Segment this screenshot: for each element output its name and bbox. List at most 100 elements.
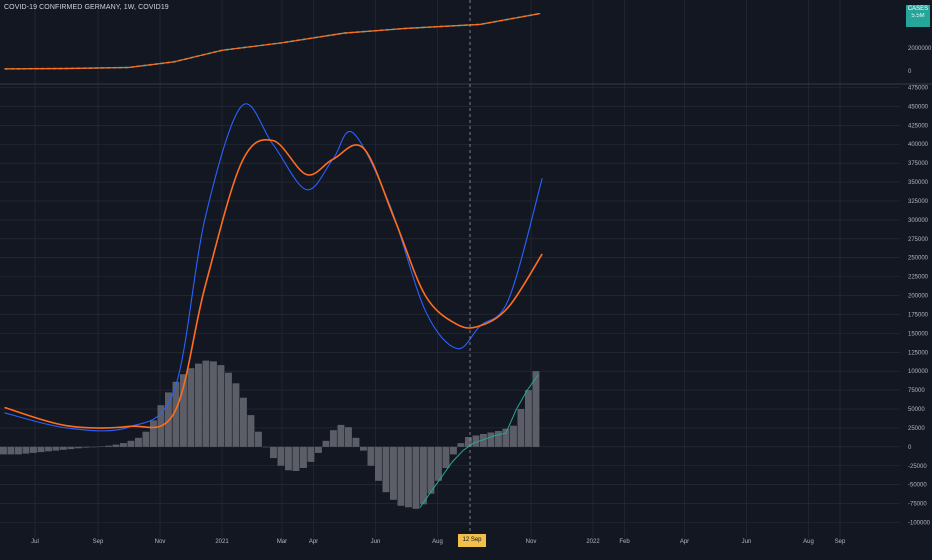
y-tick-upper-1: 0 bbox=[908, 69, 912, 75]
slow-smoothed-line bbox=[4, 138, 543, 429]
histogram-bar-51 bbox=[382, 446, 390, 493]
y-tick-label-3: 400000 bbox=[908, 142, 929, 148]
x-tick-label-7: Aug bbox=[432, 539, 443, 545]
histogram-bar-57 bbox=[427, 446, 435, 494]
histogram-bar-68 bbox=[510, 425, 517, 447]
histogram-bar-69 bbox=[517, 409, 525, 447]
histogram-bar-9 bbox=[67, 446, 75, 450]
y-axis-lower: 475000 450000 425000 400000 375000 350000 3250… bbox=[908, 86, 931, 527]
y-tick-label-1: 450000 bbox=[908, 104, 929, 110]
smoothed-lines bbox=[4, 103, 543, 432]
y-tick-label-18: 25000 bbox=[908, 426, 925, 432]
histogram-bar-60 bbox=[450, 446, 457, 455]
histogram-bar-22 bbox=[165, 392, 172, 447]
y-tick-label-10: 225000 bbox=[908, 275, 929, 281]
crosshair-date-badge: 12 Sep '21 bbox=[458, 534, 486, 556]
histogram-bar-28 bbox=[210, 361, 217, 447]
histogram-bar-52 bbox=[390, 446, 397, 500]
y-tick-label-11: 200000 bbox=[908, 294, 929, 300]
y-tick-label-12: 175000 bbox=[908, 312, 929, 318]
histogram-bar-48 bbox=[360, 446, 367, 451]
grid-lines bbox=[0, 0, 900, 538]
y-tick-upper-0: 2000000 bbox=[908, 46, 932, 52]
y-tick-label-14: 125000 bbox=[908, 350, 929, 356]
histogram-bar-2 bbox=[15, 446, 22, 455]
cases-badge-label: CASES bbox=[907, 6, 929, 12]
y-tick-label-17: 50000 bbox=[908, 407, 925, 413]
histogram-bar-19 bbox=[142, 431, 150, 447]
x-tick-label-1: Sep bbox=[93, 539, 104, 545]
histogram-bar-30 bbox=[225, 372, 232, 447]
histogram-bar-17 bbox=[127, 440, 135, 447]
histogram-bar-31 bbox=[232, 383, 240, 447]
histogram-bar-10 bbox=[75, 446, 82, 449]
histogram-bar-42 bbox=[315, 446, 322, 453]
histogram-bar-11 bbox=[82, 446, 90, 448]
histogram-bar-5 bbox=[37, 446, 45, 453]
histogram-bar-53 bbox=[397, 446, 405, 506]
y-tick-label-23: -100000 bbox=[908, 521, 931, 527]
histogram-bar-16 bbox=[120, 443, 127, 447]
histogram-bar-67 bbox=[502, 428, 510, 447]
cumulative-cases-panel bbox=[4, 12, 541, 70]
histogram-bar-54 bbox=[405, 446, 412, 508]
y-tick-label-8: 275000 bbox=[908, 237, 929, 243]
chart-title: COVID-19 CONFIRMED GERMANY, 1W, COVID19 bbox=[4, 4, 169, 11]
histogram-bar-0 bbox=[0, 446, 7, 455]
y-tick-label-13: 150000 bbox=[908, 331, 929, 337]
cases-badge-value: 5.5M bbox=[911, 13, 925, 19]
y-tick-label-22: -75000 bbox=[908, 502, 927, 508]
histogram-bar-66 bbox=[495, 431, 502, 447]
x-tick-label-9: 2022 bbox=[586, 539, 600, 545]
x-tick-label-3: 2021 bbox=[215, 539, 229, 545]
histogram-bar-47 bbox=[352, 437, 360, 447]
histogram-bar-40 bbox=[300, 446, 307, 468]
histogram-bar-12 bbox=[90, 446, 97, 448]
histogram-bar-43 bbox=[322, 440, 330, 447]
histogram-bar-41 bbox=[307, 446, 315, 462]
x-tick-label-6: Jun bbox=[371, 539, 381, 545]
y-tick-label-15: 100000 bbox=[908, 369, 929, 375]
cumulative-cases-line bbox=[4, 12, 541, 70]
y-tick-label-6: 325000 bbox=[908, 199, 929, 205]
x-tick-label-12: Jun bbox=[742, 539, 752, 545]
histogram-bar-13 bbox=[97, 446, 105, 447]
histogram-bar-58 bbox=[435, 446, 442, 481]
histogram-bar-71 bbox=[532, 371, 540, 447]
histogram-bar-29 bbox=[217, 365, 225, 447]
histogram-bar-61 bbox=[457, 443, 465, 447]
histogram-bar-44 bbox=[330, 430, 337, 447]
x-tick-label-2: Nov bbox=[155, 539, 166, 545]
histogram-bar-59 bbox=[442, 446, 450, 468]
histogram-bar-33 bbox=[247, 415, 255, 447]
histogram-bar-37 bbox=[277, 446, 285, 466]
histogram-bar-34 bbox=[255, 431, 262, 447]
histogram-bar-20 bbox=[150, 420, 157, 447]
histogram-bar-55 bbox=[412, 446, 420, 509]
chart-canvas[interactable]: 475000 450000 425000 400000 375000 350000 3250… bbox=[0, 0, 932, 550]
histogram-bar-38 bbox=[285, 446, 292, 471]
y-tick-label-7: 300000 bbox=[908, 218, 929, 224]
histogram-bar-45 bbox=[337, 424, 345, 447]
histogram-bar-39 bbox=[292, 446, 300, 471]
y-tick-label-2: 425000 bbox=[908, 123, 929, 129]
histogram-bars bbox=[0, 360, 540, 509]
x-tick-label-10: Feb bbox=[619, 539, 630, 545]
histogram-bar-46 bbox=[345, 427, 352, 447]
x-tick-label-8: Nov bbox=[526, 539, 537, 545]
histogram-bar-6 bbox=[45, 446, 52, 452]
y-tick-label-5: 350000 bbox=[908, 180, 929, 186]
histogram-bar-25 bbox=[187, 368, 195, 447]
y-tick-label-20: -25000 bbox=[908, 464, 927, 470]
histogram-bar-50 bbox=[375, 446, 382, 481]
y-axis-upper: 2000000 0 bbox=[908, 46, 932, 75]
histogram-bar-18 bbox=[135, 437, 142, 447]
cases-price-badge[interactable]: CASES 5.5M bbox=[906, 5, 930, 27]
histogram-bar-49 bbox=[367, 446, 375, 466]
x-tick-label-14: Sep bbox=[835, 539, 846, 545]
histogram-bar-7 bbox=[52, 446, 60, 451]
histogram-bar-32 bbox=[240, 397, 247, 447]
x-axis: Jul Sep Nov 2021 Mar Apr Jun Aug Nov 2022 Feb Apr Ju… bbox=[31, 539, 846, 545]
histogram-bar-36 bbox=[270, 446, 277, 459]
histogram-bar-35 bbox=[262, 446, 270, 448]
